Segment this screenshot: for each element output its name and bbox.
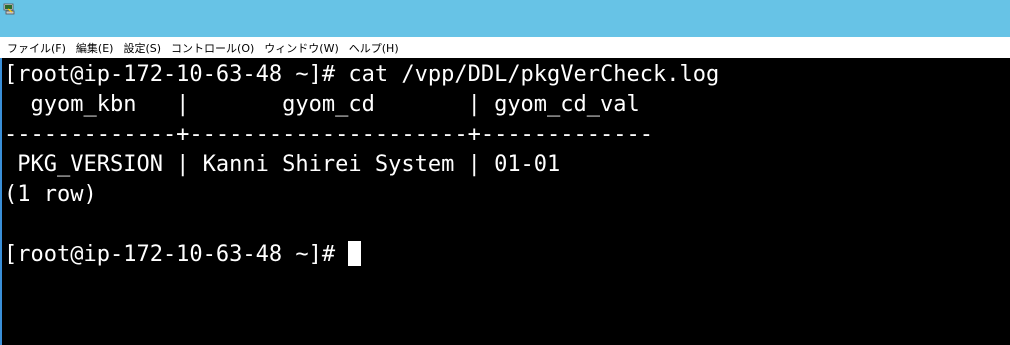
terminal-cursor — [348, 241, 362, 266]
terminal-prompt-line[interactable]: [root@ip-172-10-63-48 ~]# — [4, 240, 1004, 270]
menu-file[interactable]: ファイル(F) — [2, 40, 71, 56]
terminal-line-table-header: gyom_kbn | gyom_cd | gyom_cd_val — [4, 92, 640, 117]
terminal-line-table-row: PKG_VERSION | Kanni Shirei System | 01-0… — [4, 152, 561, 177]
menu-settings[interactable]: 設定(S) — [118, 40, 166, 56]
terminal-line-command: [root@ip-172-10-63-48 ~]# cat /vpp/DDL/p… — [4, 62, 720, 87]
window-left-border — [0, 58, 2, 345]
terminal-window: ファイル(F) 編集(E) 設定(S) コントロール(O) ウィンドウ(W) ヘ… — [0, 0, 1010, 345]
putty-terminal-icon[interactable] — [3, 3, 15, 15]
terminal-prompt: [root@ip-172-10-63-48 ~]# — [4, 242, 349, 267]
menu-control[interactable]: コントロール(O) — [166, 40, 259, 56]
title-bar[interactable] — [0, 0, 1010, 37]
terminal-output[interactable]: [root@ip-172-10-63-48 ~]# cat /vpp/DDL/p… — [4, 60, 1004, 270]
terminal-line-table-separator: -------------+---------------------+----… — [4, 122, 654, 147]
terminal-area[interactable]: [root@ip-172-10-63-48 ~]# cat /vpp/DDL/p… — [0, 58, 1010, 345]
menu-edit[interactable]: 編集(E) — [71, 40, 119, 56]
menu-bar: ファイル(F) 編集(E) 設定(S) コントロール(O) ウィンドウ(W) ヘ… — [0, 37, 1010, 58]
terminal-line-row-count: (1 row) — [4, 182, 97, 207]
menu-help[interactable]: ヘルプ(H) — [344, 40, 404, 56]
menu-window[interactable]: ウィンドウ(W) — [259, 40, 343, 56]
